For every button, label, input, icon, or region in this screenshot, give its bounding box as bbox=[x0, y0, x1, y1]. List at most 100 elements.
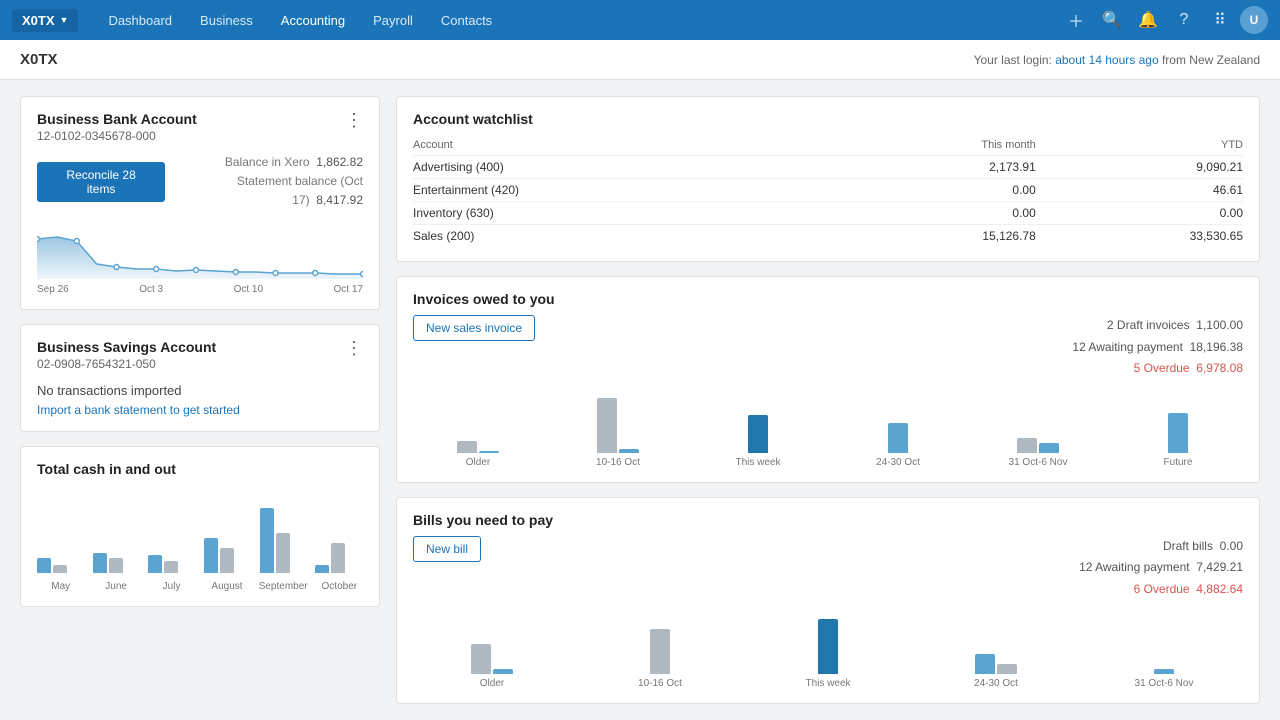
inv-label-10-16: 10-16 Oct bbox=[596, 457, 640, 468]
left-column: Business Bank Account 12-0102-0345678-00… bbox=[20, 96, 380, 704]
reconcile-button[interactable]: Reconcile 28 items bbox=[37, 162, 165, 202]
cash-inout-card: Total cash in and out bbox=[20, 446, 380, 607]
nav-dashboard[interactable]: Dashboard bbox=[94, 0, 186, 40]
grid-icon[interactable]: ⠿ bbox=[1204, 4, 1236, 36]
invoices-title: Invoices owed to you bbox=[413, 291, 1243, 307]
bar-group-may bbox=[37, 558, 85, 573]
balance-xero-label: Balance in Xero bbox=[225, 155, 310, 169]
watchlist-row: Sales (200) 15,126.78 33,530.65 bbox=[413, 225, 1243, 248]
invoices-content: New sales invoice 2 Draft invoices 1,100… bbox=[413, 315, 1243, 388]
invoice-awaiting-label: 12 Awaiting payment bbox=[1072, 340, 1183, 354]
savings-card-title: Business Savings Account bbox=[37, 339, 216, 355]
watchlist-title: Account watchlist bbox=[413, 111, 1243, 127]
reconcile-row: Reconcile 28 items Balance in Xero 1,862… bbox=[37, 153, 363, 211]
org-name: X0TX bbox=[22, 13, 55, 28]
org-selector[interactable]: X0TX ▼ bbox=[12, 9, 78, 32]
bank-menu-icon[interactable]: ⋮ bbox=[345, 111, 363, 129]
bills-title: Bills you need to pay bbox=[413, 512, 1243, 528]
bill-bars-thisweek bbox=[818, 619, 838, 674]
import-statement-link[interactable]: Import a bank statement to get started bbox=[37, 403, 240, 417]
user-avatar[interactable]: U bbox=[1240, 6, 1268, 34]
watchlist-ytd: 0.00 bbox=[1036, 202, 1243, 225]
search-icon[interactable]: 🔍 bbox=[1096, 4, 1128, 36]
bank-card-title: Business Bank Account bbox=[37, 111, 197, 127]
inv-bar-2430-blue bbox=[888, 423, 908, 453]
bill-bar-31oct-blue bbox=[1154, 669, 1174, 674]
watchlist-thismonth: 2,173.91 bbox=[825, 156, 1036, 179]
watchlist-table: Account This month YTD Advertising (400)… bbox=[413, 135, 1243, 247]
inv-label-31oct: 31 Oct-6 Nov bbox=[1009, 457, 1068, 468]
inv-group-10-16: 10-16 Oct bbox=[553, 398, 683, 468]
inv-group-future: Future bbox=[1113, 413, 1243, 468]
watchlist-ytd: 46.61 bbox=[1036, 179, 1243, 202]
balance-info: Balance in Xero 1,862.82 Statement balan… bbox=[165, 153, 363, 211]
no-transactions-text: No transactions imported bbox=[37, 383, 363, 398]
invoices-bar-chart: Older 10-16 Oct bbox=[413, 398, 1243, 468]
bills-awaiting-row: 12 Awaiting payment 7,429.21 bbox=[1079, 557, 1243, 579]
bar-sep-out bbox=[276, 533, 290, 573]
watchlist-col-ytd: YTD bbox=[1036, 135, 1243, 156]
invoice-draft-row: 2 Draft invoices 1,100.00 bbox=[1072, 315, 1243, 337]
bell-icon[interactable]: 🔔 bbox=[1132, 4, 1164, 36]
inv-bars-10-16 bbox=[597, 398, 639, 453]
nav-accounting[interactable]: Accounting bbox=[267, 0, 359, 40]
nav-contacts[interactable]: Contacts bbox=[427, 0, 506, 40]
bar-may-in bbox=[37, 558, 51, 573]
business-bank-card: Business Bank Account 12-0102-0345678-00… bbox=[20, 96, 380, 310]
inv-bar-1016-blue bbox=[619, 449, 639, 453]
watchlist-thismonth: 15,126.78 bbox=[825, 225, 1036, 248]
bill-bar-thisweek-blue bbox=[818, 619, 838, 674]
new-bill-button[interactable]: New bill bbox=[413, 536, 481, 562]
savings-bank-card: Business Savings Account 02-0908-7654321… bbox=[20, 324, 380, 432]
bar-oct-in bbox=[315, 565, 329, 573]
bill-bars-older bbox=[471, 644, 513, 674]
last-login-time[interactable]: about 14 hours ago bbox=[1055, 53, 1158, 67]
invoice-overdue-value: 6,978.08 bbox=[1196, 361, 1243, 375]
watchlist-account: Inventory (630) bbox=[413, 202, 825, 225]
bills-summary: Draft bills 0.00 12 Awaiting payment 7,4… bbox=[1079, 536, 1243, 601]
bank-mini-chart: Sep 26 Oct 3 Oct 10 Oct 17 bbox=[37, 219, 363, 295]
savings-menu-icon[interactable]: ⋮ bbox=[345, 339, 363, 357]
org-caret-icon: ▼ bbox=[60, 15, 69, 25]
nav-payroll[interactable]: Payroll bbox=[359, 0, 427, 40]
watchlist-row: Entertainment (420) 0.00 46.61 bbox=[413, 179, 1243, 202]
bank-card-header: Business Bank Account 12-0102-0345678-00… bbox=[37, 111, 363, 143]
bar-group-september bbox=[260, 508, 308, 573]
bill-group-older: Older bbox=[413, 644, 571, 689]
watchlist-row: Inventory (630) 0.00 0.00 bbox=[413, 202, 1243, 225]
bills-awaiting-label: 12 Awaiting payment bbox=[1079, 560, 1190, 574]
invoice-overdue-label: 5 Overdue bbox=[1134, 361, 1190, 375]
chart-x-labels: Sep 26 Oct 3 Oct 10 Oct 17 bbox=[37, 284, 363, 295]
bar-may-out bbox=[53, 565, 67, 573]
bar-group-june bbox=[93, 553, 141, 573]
label-june: June bbox=[92, 581, 139, 592]
chart-label-sep26: Sep 26 bbox=[37, 284, 69, 295]
cash-bar-labels: May June July August September October bbox=[37, 581, 363, 592]
help-icon[interactable]: ? bbox=[1168, 4, 1200, 36]
inv-bar-31oct-blue bbox=[1039, 443, 1059, 453]
bill-bar-1016-gray bbox=[650, 629, 670, 674]
invoice-draft-value: 1,100.00 bbox=[1196, 318, 1243, 332]
inv-bars-thisweek bbox=[748, 415, 768, 453]
add-icon[interactable]: ＋ bbox=[1060, 4, 1092, 36]
watchlist-card: Account watchlist Account This month YTD… bbox=[396, 96, 1260, 262]
new-invoice-button[interactable]: New sales invoice bbox=[413, 315, 535, 341]
inv-bars-24-30 bbox=[888, 423, 908, 453]
bills-awaiting-value: 7,429.21 bbox=[1196, 560, 1243, 574]
watchlist-account: Advertising (400) bbox=[413, 156, 825, 179]
bills-overdue-label: 6 Overdue bbox=[1134, 582, 1190, 596]
bill-group-thisweek: This week bbox=[749, 619, 907, 689]
bill-group-10-16: 10-16 Oct bbox=[581, 629, 739, 689]
watchlist-row: Advertising (400) 2,173.91 9,090.21 bbox=[413, 156, 1243, 179]
bills-chart: Older 10-16 Oct This week bbox=[413, 619, 1243, 689]
invoice-summary: 2 Draft invoices 1,100.00 12 Awaiting pa… bbox=[1072, 315, 1243, 380]
last-login-info: Your last login: about 14 hours ago from… bbox=[974, 53, 1260, 67]
bar-july-in bbox=[148, 555, 162, 573]
nav-business[interactable]: Business bbox=[186, 0, 267, 40]
bill-label-thisweek: This week bbox=[805, 678, 850, 689]
bar-august-in bbox=[204, 538, 218, 573]
bar-july-out bbox=[164, 561, 178, 573]
invoice-draft-label: 2 Draft invoices bbox=[1107, 318, 1190, 332]
inv-group-24-30: 24-30 Oct bbox=[833, 423, 963, 468]
watchlist-col-thismonth: This month bbox=[825, 135, 1036, 156]
